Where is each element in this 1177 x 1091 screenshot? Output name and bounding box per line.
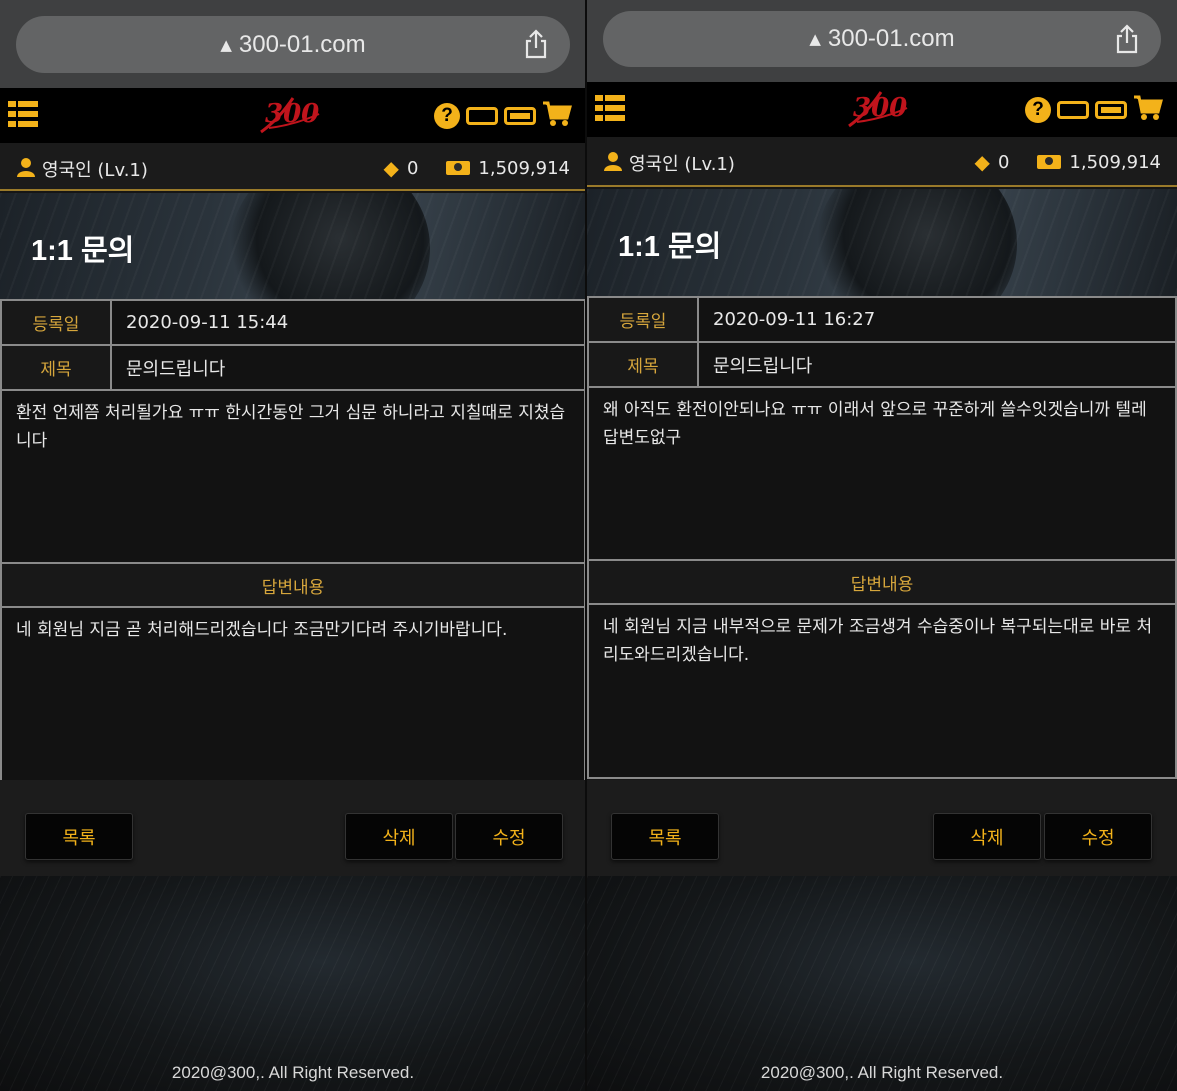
cart-icon[interactable] [1133, 95, 1163, 125]
button-bar: 목록 삭제 수정 [587, 780, 1177, 876]
user-icon [603, 151, 623, 176]
menu-icon[interactable] [8, 101, 38, 131]
browser-bar: ▲ 300-01.com [587, 0, 1177, 82]
site-logo[interactable]: 300 [843, 86, 913, 132]
date-value: 2020-09-11 16:27 [713, 309, 876, 330]
help-icon[interactable]: ? [1025, 97, 1051, 123]
cart-icon[interactable] [542, 101, 572, 131]
wallet-icon[interactable] [1095, 101, 1127, 119]
address-bar[interactable]: ▲ 300-01.com [603, 11, 1161, 67]
user-name: 영국인 (Lv.1) [42, 160, 148, 181]
site-logo[interactable]: 300 [255, 92, 325, 138]
screenshot-panel-right: ▲ 300-01.com 300 ? 영국인 (Lv.1) ◆ 0 1,509,… [587, 0, 1177, 1091]
date-label: 등록일 [2, 301, 112, 344]
footer: 2020@300,. All Right Reserved. [0, 876, 586, 1091]
card-icon[interactable] [466, 107, 498, 125]
date-value: 2020-09-11 15:44 [126, 312, 289, 333]
url-text: 300-01.com [238, 30, 366, 58]
warning-icon: ▲ [220, 35, 232, 54]
address-bar[interactable]: ▲ 300-01.com [16, 16, 570, 73]
browser-bar: ▲ 300-01.com [0, 0, 586, 88]
inquiry-detail-table: 등록일 2020-09-11 15:44 제목 문의드립니다 환전 언제쯤 처리… [0, 299, 586, 782]
inquiry-content: 왜 아직도 환전이안되나요 ㅠㅠ 이래서 앞으로 꾸준하게 쓸수잇겟습니까 텔레… [589, 388, 1175, 561]
answer-label: 답변내용 [589, 561, 1175, 605]
copyright-text: 2020@300,. All Right Reserved. [760, 1063, 1004, 1082]
subject-row: 제목 문의드립니다 [589, 343, 1175, 388]
cash-amount: 1,509,914 [1069, 151, 1161, 173]
share-icon[interactable] [524, 29, 548, 63]
answer-content: 네 회원님 지금 곧 처리해드리겠습니다 조금만기다려 주시기바랍니다. [16, 620, 508, 640]
wallet-icon[interactable] [504, 107, 536, 125]
answer-content: 네 회원님 지금 내부적으로 문제가 조금생겨 수습중이나 복구되는대로 바로 … [603, 617, 1153, 665]
delete-button[interactable]: 삭제 [345, 813, 453, 860]
share-icon[interactable] [1115, 24, 1139, 58]
cash-icon [446, 161, 471, 175]
app-header: 300 ? [587, 82, 1177, 137]
list-button[interactable]: 목록 [611, 813, 719, 860]
footer: 2020@300,. All Right Reserved. [587, 876, 1177, 1091]
subject-row: 제목 문의드립니다 [2, 346, 584, 391]
gem-count: 0 [406, 157, 419, 179]
button-bar: 목록 삭제 수정 [0, 780, 586, 876]
user-name: 영국인 (Lv.1) [629, 154, 735, 175]
subject-label: 제목 [589, 343, 699, 386]
user-icon [16, 157, 36, 182]
url-text: 300-01.com [827, 25, 955, 52]
screenshot-panel-left: ▲ 300-01.com 300 ? 영국인 (Lv.1) ◆ 0 1,509,… [0, 0, 586, 1091]
page-banner: 1:1 문의 [587, 189, 1177, 296]
cash-icon [1037, 155, 1062, 169]
date-row: 등록일 2020-09-11 15:44 [2, 301, 584, 346]
app-header: 300 ? [0, 88, 586, 143]
date-row: 등록일 2020-09-11 16:27 [589, 298, 1175, 343]
subject-value: 문의드립니다 [126, 358, 226, 380]
page-title: 1:1 문의 [618, 231, 722, 263]
page-banner: 1:1 문의 [0, 193, 586, 299]
answer-label: 답변내용 [2, 564, 584, 608]
card-icon[interactable] [1057, 101, 1089, 119]
copyright-text: 2020@300,. All Right Reserved. [171, 1063, 415, 1082]
user-bar: 영국인 (Lv.1) ◆ 0 1,509,914 [0, 143, 586, 191]
gem-icon: ◆ [383, 156, 399, 180]
edit-button[interactable]: 수정 [1044, 813, 1152, 860]
page-title: 1:1 문의 [31, 235, 135, 267]
list-button[interactable]: 목록 [25, 813, 133, 860]
edit-button[interactable]: 수정 [455, 813, 563, 860]
user-bar: 영국인 (Lv.1) ◆ 0 1,509,914 [587, 137, 1177, 187]
menu-icon[interactable] [595, 95, 625, 125]
warning-icon: ▲ [809, 30, 821, 48]
inquiry-content: 환전 언제쯤 처리될가요 ㅠㅠ 한시간동안 그거 심문 하니라고 지칠때로 지쳤… [2, 391, 584, 564]
help-icon[interactable]: ? [434, 103, 460, 129]
inquiry-detail-table: 등록일 2020-09-11 16:27 제목 문의드립니다 왜 아직도 환전이… [587, 296, 1177, 779]
gem-icon: ◆ [974, 150, 990, 174]
gem-count: 0 [997, 151, 1010, 173]
subject-label: 제목 [2, 346, 112, 389]
cash-amount: 1,509,914 [478, 157, 570, 179]
subject-value: 문의드립니다 [713, 355, 813, 377]
date-label: 등록일 [589, 298, 699, 341]
delete-button[interactable]: 삭제 [933, 813, 1041, 860]
